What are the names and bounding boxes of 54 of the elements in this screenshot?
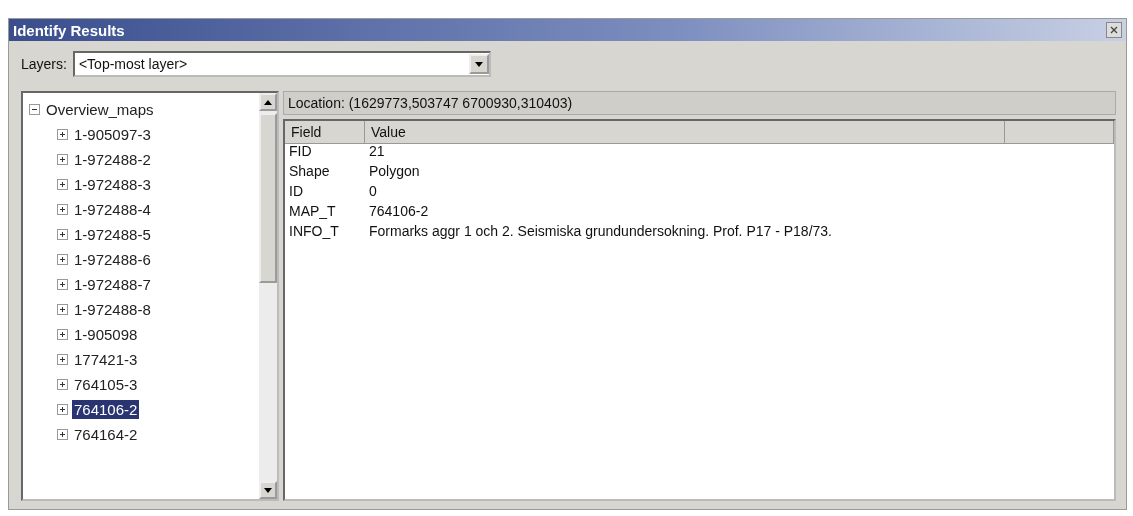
field-cell-text: MAP_T <box>288 202 337 221</box>
expand-icon[interactable] <box>57 279 68 290</box>
field-cell-text: INFO_T <box>288 222 340 241</box>
value-cell-text: 764106-2 <box>368 202 430 221</box>
expand-icon[interactable] <box>57 304 68 315</box>
field-cell-text: FID <box>288 142 313 161</box>
tree-item[interactable]: 1-905097-3 <box>72 125 153 144</box>
tree-item[interactable]: 1-972488-4 <box>72 200 153 219</box>
tree-item[interactable]: 1-905098 <box>72 325 140 344</box>
down-arrow-icon <box>264 487 272 493</box>
close-button[interactable] <box>1106 22 1122 38</box>
scroll-up-button[interactable] <box>259 93 277 111</box>
tree-item[interactable]: 1-972488-8 <box>72 300 153 319</box>
expand-icon[interactable] <box>57 229 68 240</box>
value-cell-text: Formarks aggr 1 och 2. Seismiska grundundersokning. Prof. P17 - P18/73. <box>368 222 833 241</box>
expand-icon[interactable] <box>57 129 68 140</box>
expand-icon[interactable] <box>57 379 68 390</box>
field-cell-text: Shape <box>288 162 331 181</box>
collapse-icon[interactable] <box>29 104 40 115</box>
scroll-thumb[interactable] <box>259 113 277 283</box>
expand-icon[interactable] <box>57 204 68 215</box>
layers-label: Layers: <box>21 56 67 72</box>
tree-item[interactable]: 764105-3 <box>72 375 140 394</box>
tree-item[interactable]: 1-972488-2 <box>72 150 153 169</box>
expand-icon[interactable] <box>57 179 68 190</box>
expand-icon[interactable] <box>57 354 68 365</box>
tree-item[interactable]: 764106-2 <box>72 400 140 419</box>
tree-item[interactable]: 1-972488-7 <box>72 275 153 294</box>
scroll-down-button[interactable] <box>259 481 277 499</box>
dropdown-button[interactable] <box>468 54 489 74</box>
value-cell-text: 21 <box>368 142 386 161</box>
window-title: Identify Results <box>13 21 125 39</box>
tree-item[interactable]: 1-972488-3 <box>72 175 153 194</box>
expand-icon[interactable] <box>57 254 68 265</box>
expand-icon[interactable] <box>57 154 68 165</box>
tree-item[interactable]: Overview_maps <box>44 100 156 119</box>
tree-item[interactable]: 1-972488-6 <box>72 250 153 269</box>
tree-item[interactable]: 764164-2 <box>72 425 140 444</box>
tree-item[interactable]: 1-972488-5 <box>72 225 153 244</box>
layers-dropdown[interactable]: <Top-most layer> <box>72 51 491 77</box>
value-cell-text: 0 <box>368 182 378 201</box>
up-arrow-icon <box>264 99 272 105</box>
tree-item[interactable]: 177421-3 <box>72 350 140 369</box>
expand-icon[interactable] <box>57 329 68 340</box>
close-icon <box>1110 26 1118 34</box>
expand-icon[interactable] <box>57 404 68 415</box>
column-header[interactable]: Field <box>285 121 365 144</box>
expand-icon[interactable] <box>57 429 68 440</box>
column-header[interactable]: Value <box>365 121 1005 144</box>
down-arrow-icon <box>474 61 483 67</box>
location-text: Location: (1629773,503747 6700930,310403) <box>283 91 1116 115</box>
field-cell-text: ID <box>288 182 304 201</box>
value-cell-text: Polygon <box>368 162 421 181</box>
scrollbar[interactable] <box>259 93 277 499</box>
